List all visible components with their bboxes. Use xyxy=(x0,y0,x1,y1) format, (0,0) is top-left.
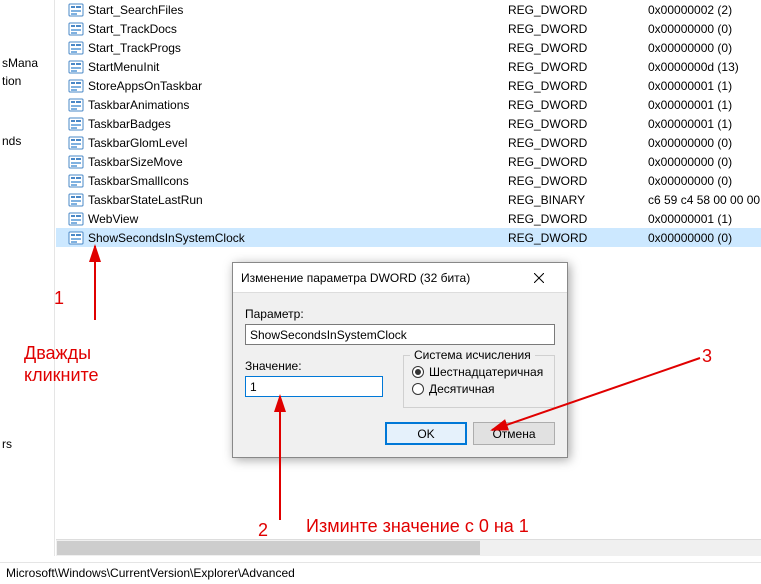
value-type: REG_DWORD xyxy=(508,98,648,112)
value-data: 0x00000001 (1) xyxy=(648,117,761,131)
radio-hex-label: Шестнадцатеричная xyxy=(429,365,543,379)
value-name: Start_SearchFiles xyxy=(88,3,508,17)
dialog-titlebar[interactable]: Изменение параметра DWORD (32 бита) xyxy=(233,263,567,293)
value-name: StartMenuInit xyxy=(88,60,508,74)
base-legend: Система исчисления xyxy=(410,348,535,362)
radio-dec-label: Десятичная xyxy=(429,382,495,396)
dword-value-icon xyxy=(68,2,84,18)
base-group: Система исчисления Шестнадцатеричная Дес… xyxy=(403,355,555,408)
value-type: REG_DWORD xyxy=(508,3,648,17)
value-type: REG_DWORD xyxy=(508,174,648,188)
radio-icon xyxy=(412,366,424,378)
value-data: 0x00000000 (0) xyxy=(648,174,761,188)
dword-value-icon xyxy=(68,116,84,132)
value-type: REG_DWORD xyxy=(508,41,648,55)
close-icon xyxy=(534,273,544,283)
value-type: REG_DWORD xyxy=(508,136,648,150)
registry-row[interactable]: TaskbarStateLastRunREG_BINARYc6 59 c4 58… xyxy=(56,190,761,209)
registry-row[interactable]: Start_TrackProgsREG_DWORD0x00000000 (0) xyxy=(56,38,761,57)
ok-button[interactable]: OK xyxy=(385,422,467,445)
value-name: WebView xyxy=(88,212,508,226)
close-button[interactable] xyxy=(519,264,559,292)
dword-value-icon xyxy=(68,40,84,56)
dword-value-icon xyxy=(68,173,84,189)
registry-row[interactable]: StoreAppsOnTaskbarREG_DWORD0x00000001 (1… xyxy=(56,76,761,95)
value-field[interactable] xyxy=(245,376,383,397)
radio-dec[interactable]: Десятичная xyxy=(412,382,546,396)
dword-value-icon xyxy=(68,211,84,227)
value-data: 0x00000000 (0) xyxy=(648,22,761,36)
param-label: Параметр: xyxy=(245,307,555,321)
value-name: ShowSecondsInSystemClock xyxy=(88,231,508,245)
tree-item[interactable]: tion xyxy=(0,72,54,90)
value-type: REG_DWORD xyxy=(508,60,648,74)
value-name: TaskbarStateLastRun xyxy=(88,193,508,207)
status-bar: Microsoft\Windows\CurrentVersion\Explore… xyxy=(0,562,761,584)
radio-hex[interactable]: Шестнадцатеричная xyxy=(412,365,546,379)
value-type: REG_DWORD xyxy=(508,212,648,226)
dword-value-icon xyxy=(68,21,84,37)
registry-row[interactable]: TaskbarGlomLevelREG_DWORD0x00000000 (0) xyxy=(56,133,761,152)
registry-row[interactable]: StartMenuInitREG_DWORD0x0000000d (13) xyxy=(56,57,761,76)
registry-row[interactable]: TaskbarSmallIconsREG_DWORD0x00000000 (0) xyxy=(56,171,761,190)
value-name: TaskbarSizeMove xyxy=(88,155,508,169)
value-type: REG_DWORD xyxy=(508,79,648,93)
registry-row[interactable]: ShowSecondsInSystemClockREG_DWORD0x00000… xyxy=(56,228,761,247)
value-data: 0x00000001 (1) xyxy=(648,212,761,226)
value-label: Значение: xyxy=(245,359,383,373)
value-data: 0x0000000d (13) xyxy=(648,60,761,74)
registry-row[interactable]: TaskbarAnimationsREG_DWORD0x00000001 (1) xyxy=(56,95,761,114)
value-data: 0x00000002 (2) xyxy=(648,3,761,17)
value-name: TaskbarBadges xyxy=(88,117,508,131)
value-type: REG_DWORD xyxy=(508,22,648,36)
value-data: 0x00000000 (0) xyxy=(648,231,761,245)
registry-row[interactable]: TaskbarSizeMoveREG_DWORD0x00000000 (0) xyxy=(56,152,761,171)
registry-row[interactable]: WebViewREG_DWORD0x00000001 (1) xyxy=(56,209,761,228)
registry-row[interactable]: TaskbarBadgesREG_DWORD0x00000001 (1) xyxy=(56,114,761,133)
scrollbar-thumb[interactable] xyxy=(57,541,480,555)
value-type: REG_DWORD xyxy=(508,155,648,169)
dword-value-icon xyxy=(68,192,84,208)
value-name: TaskbarSmallIcons xyxy=(88,174,508,188)
value-name: Start_TrackDocs xyxy=(88,22,508,36)
tree-item[interactable]: sMana xyxy=(0,54,54,72)
param-field xyxy=(245,324,555,345)
tree-item[interactable]: nds xyxy=(0,132,54,150)
edit-dword-dialog: Изменение параметра DWORD (32 бита) Пара… xyxy=(232,262,568,458)
value-type: REG_BINARY xyxy=(508,193,648,207)
dialog-title: Изменение параметра DWORD (32 бита) xyxy=(241,271,519,285)
registry-row[interactable]: Start_SearchFilesREG_DWORD0x00000002 (2) xyxy=(56,0,761,19)
value-data: 0x00000001 (1) xyxy=(648,98,761,112)
value-data: 0x00000001 (1) xyxy=(648,79,761,93)
cancel-button[interactable]: Отмена xyxy=(473,422,555,445)
radio-icon xyxy=(412,383,424,395)
dword-value-icon xyxy=(68,154,84,170)
value-data: 0x00000000 (0) xyxy=(648,155,761,169)
value-name: TaskbarAnimations xyxy=(88,98,508,112)
dword-value-icon xyxy=(68,78,84,94)
tree-item[interactable]: rs xyxy=(0,435,54,453)
value-type: REG_DWORD xyxy=(508,117,648,131)
registry-row[interactable]: Start_TrackDocsREG_DWORD0x00000000 (0) xyxy=(56,19,761,38)
horizontal-scrollbar[interactable] xyxy=(56,539,761,556)
tree-panel: sMana tion nds rs xyxy=(0,0,55,556)
value-name: StoreAppsOnTaskbar xyxy=(88,79,508,93)
dword-value-icon xyxy=(68,135,84,151)
value-type: REG_DWORD xyxy=(508,231,648,245)
value-data: 0x00000000 (0) xyxy=(648,136,761,150)
dword-value-icon xyxy=(68,230,84,246)
status-path: Microsoft\Windows\CurrentVersion\Explore… xyxy=(6,566,295,580)
value-data: 0x00000000 (0) xyxy=(648,41,761,55)
value-data: c6 59 c4 58 00 00 00 xyxy=(648,193,761,207)
dword-value-icon xyxy=(68,59,84,75)
value-name: TaskbarGlomLevel xyxy=(88,136,508,150)
dword-value-icon xyxy=(68,97,84,113)
value-name: Start_TrackProgs xyxy=(88,41,508,55)
